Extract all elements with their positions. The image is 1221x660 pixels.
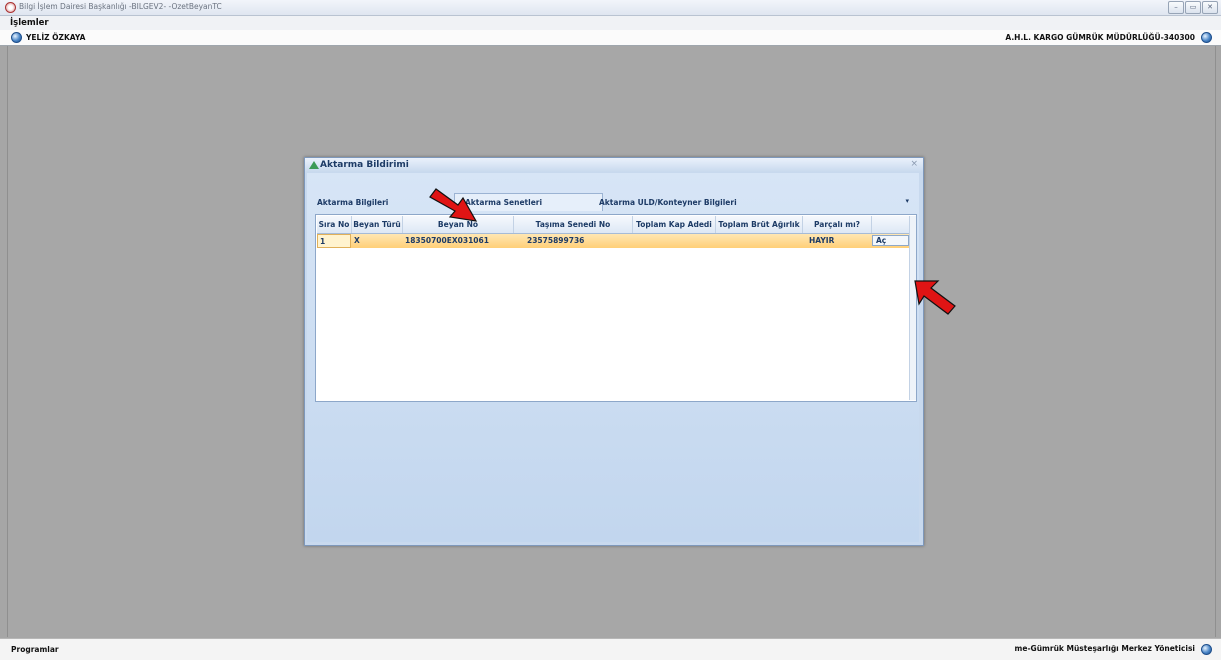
cell-toplam-brut-agirlik[interactable] <box>718 234 800 248</box>
menu-bar: İşlemler <box>0 16 1221 30</box>
column-header-action <box>872 216 909 233</box>
column-header-beyan-turu[interactable]: Beyan Türü <box>352 216 403 233</box>
senetler-grid: Sıra No Beyan Türü Beyan No Taşıma Sened… <box>315 214 917 402</box>
office-info-icon[interactable] <box>1201 32 1212 43</box>
dialog-title: Aktarma Bildirimi <box>320 160 409 170</box>
column-header-sira-no[interactable]: Sıra No <box>317 216 352 233</box>
column-header-tasima-senedi-no[interactable]: Taşıma Senedi No <box>514 216 633 233</box>
window-titlebar: Bilgi İşlem Dairesi Başkanlığı -BILGEV2-… <box>0 0 1221 16</box>
red-arrow-icon <box>914 280 956 315</box>
close-window-button[interactable]: ✕ <box>1202 1 1218 14</box>
cell-toplam-kap-adedi[interactable] <box>635 234 713 248</box>
cell-parcali-mi[interactable]: HAYIR <box>809 234 869 248</box>
column-header-parcali-mi[interactable]: Parçalı mı? <box>803 216 872 233</box>
tab-aktarma-uld-konteyner[interactable]: Aktarma ULD/Konteyner Bilgileri <box>599 198 737 207</box>
red-arrow-icon <box>429 188 478 222</box>
aktarma-triangle-icon <box>309 161 319 169</box>
tab-strip: Aktarma Bilgileri Aktarma Senetleri Akta… <box>307 193 919 213</box>
column-header-toplam-kap-adedi[interactable]: Toplam Kap Adedi <box>633 216 716 233</box>
minimize-button[interactable]: – <box>1168 1 1184 14</box>
maximize-button[interactable]: ▭ <box>1185 1 1201 14</box>
window-title: Bilgi İşlem Dairesi Başkanlığı -BILGEV2-… <box>19 2 222 11</box>
admin-label: me-Gümrük Müsteşarlığı Merkez Yöneticisi <box>1014 644 1195 653</box>
grid-header-row: Sıra No Beyan Türü Beyan No Taşıma Sened… <box>317 216 909 234</box>
user-name: YELİZ ÖZKAYA <box>26 33 86 42</box>
tab-aktarma-bilgileri[interactable]: Aktarma Bilgileri <box>317 198 388 207</box>
app-logo-icon <box>5 2 16 13</box>
cell-beyan-no[interactable]: 18350700EX031061 <box>405 234 511 248</box>
menu-islemler[interactable]: İşlemler <box>10 18 49 28</box>
open-detail-button[interactable]: Aç <box>872 235 909 246</box>
column-header-toplam-brut-agirlik[interactable]: Toplam Brüt Ağırlık <box>716 216 803 233</box>
cell-sira-no[interactable]: 1 <box>317 234 351 248</box>
tab-menu-chevron-icon[interactable]: ▾ <box>905 197 909 205</box>
user-info-icon[interactable] <box>11 32 22 43</box>
user-bar: YELİZ ÖZKAYA A.H.L. KARGO GÜMRÜK MÜDÜRLÜ… <box>0 30 1221 46</box>
dialog-close-icon[interactable]: × <box>910 159 918 169</box>
status-bar: Programlar me-Gümrük Müsteşarlığı Merkez… <box>0 638 1221 660</box>
cell-tasima-senedi-no[interactable]: 23575899736 <box>527 234 631 248</box>
table-row[interactable]: 1 X 18350700EX031061 23575899736 HAYIR A… <box>317 234 909 248</box>
window-controls: – ▭ ✕ <box>1168 1 1218 14</box>
dialog-body: Aktarma Bilgileri Aktarma Senetleri Akta… <box>307 173 919 542</box>
programs-button[interactable]: Programlar <box>11 645 59 654</box>
cell-beyan-turu[interactable]: X <box>354 234 400 248</box>
customs-office-label: A.H.L. KARGO GÜMRÜK MÜDÜRLÜĞÜ-340300 <box>1005 33 1195 42</box>
aktarma-bildirimi-dialog: Aktarma Bildirimi × Aktarma Bilgileri Ak… <box>304 157 924 546</box>
dialog-header[interactable]: Aktarma Bildirimi × <box>305 158 923 172</box>
admin-info-icon[interactable] <box>1201 644 1212 655</box>
